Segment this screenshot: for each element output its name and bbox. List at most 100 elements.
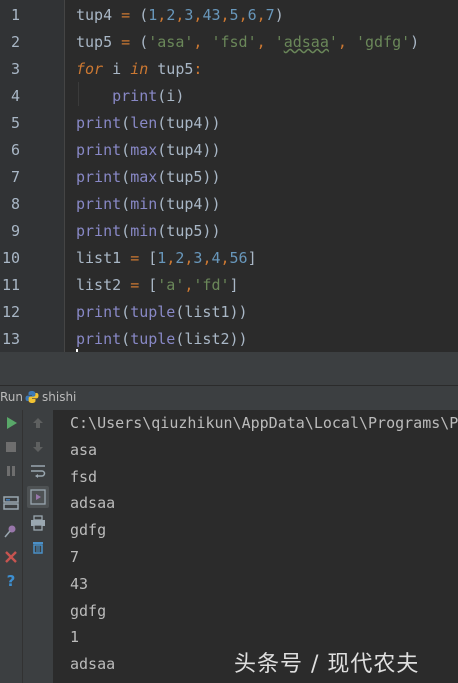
console-line: asa: [70, 440, 98, 459]
console-line: gdfg: [70, 601, 107, 620]
code-token: (: [121, 195, 131, 213]
line-number: 1: [10, 6, 20, 24]
console-line: adsaa: [70, 655, 116, 674]
code-line[interactable]: list2 = ['a','fd']: [76, 272, 239, 299]
line-number: 7: [10, 168, 20, 186]
line-number: 9: [10, 222, 20, 240]
code-token: 'fd': [193, 276, 230, 294]
run-toolbar-right: [23, 410, 54, 683]
code-token: 5: [229, 6, 239, 24]
code-token: len: [130, 114, 158, 132]
line-number: 3: [10, 60, 20, 78]
editor-run-divider[interactable]: [0, 352, 458, 385]
code-line[interactable]: tup4 = (1,2,3,43,5,6,7): [76, 2, 284, 29]
code-line[interactable]: list1 = [1,2,3,4,56]: [76, 245, 257, 272]
code-token: (: [130, 33, 149, 51]
pin-tab-icon[interactable]: [2, 522, 20, 540]
console-line: adsaa: [70, 494, 116, 513]
stop-icon[interactable]: [2, 438, 20, 456]
console-line: C:\Users\qiuzhikun\AppData\Local\Program…: [70, 414, 458, 432]
code-token: print: [76, 168, 122, 186]
code-token: 'a': [157, 276, 185, 294]
code-editor[interactable]: tup4 = (1,2,3,43,5,6,7) tup5 = ('asa', 'f…: [0, 0, 458, 359]
code-token: print: [112, 87, 158, 105]
line-number: 4: [10, 87, 20, 105]
code-line[interactable]: print(tuple(list1)): [76, 299, 248, 326]
line-number: 2: [10, 33, 20, 51]
pause-icon[interactable]: [2, 462, 20, 480]
down-arrow-icon[interactable]: [29, 438, 47, 456]
soft-wrap-icon[interactable]: [29, 462, 47, 480]
code-token: (: [121, 141, 131, 159]
code-line[interactable]: print(len(tup4)): [76, 110, 221, 137]
code-token: ): [410, 33, 420, 51]
code-token: max: [130, 168, 158, 186]
code-token: ): [274, 6, 284, 24]
code-token: =: [121, 33, 131, 51]
code-line[interactable]: print(min(tup4)): [76, 191, 221, 218]
scroll-to-end-icon[interactable]: [27, 486, 49, 508]
up-arrow-icon[interactable]: [29, 414, 47, 432]
code-token: ,: [337, 33, 356, 51]
code-token: (tup5)): [157, 222, 221, 240]
console-line: gdfg: [70, 521, 107, 540]
code-token: ,: [238, 6, 248, 24]
code-line[interactable]: print(tuple(list2)): [76, 326, 248, 353]
console-line: 43: [70, 574, 89, 593]
code-token: ,: [256, 33, 275, 51]
run-tab-label[interactable]: Run: [0, 390, 23, 404]
code-token: (: [130, 6, 149, 24]
code-token: ]: [229, 276, 239, 294]
code-token: tup5: [148, 60, 194, 78]
code-line[interactable]: for i in tup5:: [76, 56, 202, 83]
code-token: i: [103, 60, 131, 78]
code-token: ,: [166, 249, 176, 267]
code-token: 'asa': [148, 33, 194, 51]
code-line[interactable]: print(i): [76, 83, 184, 110]
code-line[interactable]: print(min(tup5)): [76, 218, 221, 245]
code-token: (: [121, 222, 131, 240]
code-token: 6: [247, 6, 257, 24]
code-token: 43: [202, 6, 221, 24]
code-line[interactable]: print(max(tup5)): [76, 164, 221, 191]
code-token: tuple: [130, 330, 176, 348]
console-line: 1: [70, 628, 80, 647]
code-token: (tup4)): [157, 195, 221, 213]
code-token: (tup4)): [157, 141, 221, 159]
run-console-output[interactable]: C:\Users\qiuzhikun\AppData\Local\Program…: [54, 410, 458, 683]
code-token: max: [130, 141, 158, 159]
code-token: (: [121, 168, 131, 186]
clear-all-icon[interactable]: [29, 538, 47, 556]
python-icon: [25, 390, 39, 404]
code-token: print: [76, 141, 122, 159]
code-token: 1: [157, 249, 167, 267]
line-number: 13: [1, 330, 20, 348]
code-token: =: [121, 6, 131, 24]
code-line[interactable]: print(max(tup4)): [76, 137, 221, 164]
code-token: ': [328, 33, 338, 51]
close-icon[interactable]: [2, 548, 20, 566]
code-token: ,: [193, 33, 212, 51]
code-token: print: [76, 222, 122, 240]
code-token: 'fsd': [211, 33, 257, 51]
code-token: (: [121, 303, 131, 321]
dump-threads-icon[interactable]: [2, 494, 20, 512]
code-line[interactable]: tup5 = ('asa', 'fsd', 'adsaa', 'gdfg'): [76, 29, 419, 56]
code-token: print: [76, 303, 122, 321]
code-token: min: [130, 195, 158, 213]
code-token: :: [193, 60, 203, 78]
code-token: in: [130, 60, 149, 78]
code-token: (i): [157, 87, 185, 105]
code-token: (: [121, 114, 131, 132]
code-token: 56: [229, 249, 248, 267]
code-token: (tup4)): [157, 114, 221, 132]
line-number: 5: [10, 114, 20, 132]
rerun-icon[interactable]: [2, 414, 20, 432]
code-token: print: [76, 195, 122, 213]
console-line: fsd: [70, 467, 98, 486]
help-icon[interactable]: ?: [2, 572, 20, 590]
watermark-text: 头条号 / 现代农夫: [234, 652, 420, 677]
print-icon[interactable]: [29, 514, 47, 532]
code-token: print: [76, 330, 122, 348]
